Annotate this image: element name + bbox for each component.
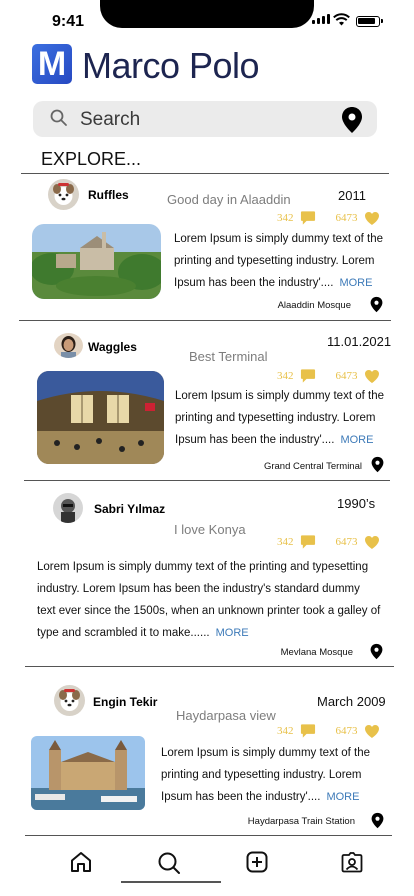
status-bar: 9:41 xyxy=(0,0,414,40)
post-stats: 342 6473 xyxy=(277,723,380,739)
avatar[interactable] xyxy=(53,493,83,523)
comment-count: 342 xyxy=(277,370,294,382)
more-link[interactable]: MORE xyxy=(326,791,359,803)
post-date: March 2009 xyxy=(317,694,386,709)
post-username[interactable]: Waggles xyxy=(88,340,137,354)
search-bar[interactable]: Search xyxy=(33,101,377,137)
comment-icon[interactable] xyxy=(300,368,316,384)
add-icon[interactable] xyxy=(246,851,268,873)
post-date: 2011 xyxy=(338,188,366,203)
divider xyxy=(25,835,392,836)
location-pin-icon[interactable] xyxy=(341,106,363,134)
wifi-icon xyxy=(333,13,350,26)
divider xyxy=(25,666,394,667)
location-pin-icon[interactable] xyxy=(371,456,384,473)
post-text-line: text ever since the 1500s, when an unkno… xyxy=(37,605,381,617)
post-stats: 342 6473 xyxy=(277,534,380,550)
post-text-line: industry. Lorem Ipsum has been the indus… xyxy=(37,583,360,595)
post-text: Lorem Ipsum is simply dummy text of the … xyxy=(175,385,390,451)
avatar[interactable] xyxy=(48,179,79,210)
search-icon[interactable] xyxy=(157,851,181,875)
search-input[interactable]: Search xyxy=(80,109,140,131)
post-photo[interactable] xyxy=(32,224,161,299)
post-text-line: printing and typesetting industry. Lorem xyxy=(174,255,375,267)
location-pin-icon[interactable] xyxy=(371,812,384,829)
post-text-line: Lorem Ipsum is simply dummy text of the xyxy=(175,390,384,402)
comment-icon[interactable] xyxy=(300,210,316,226)
post-text-line: Lorem Ipsum is simply dummy text of the xyxy=(174,233,383,245)
app-title: Marco Polo xyxy=(82,45,260,86)
like-count: 6473 xyxy=(335,212,358,224)
post-location[interactable]: Grand Central Terminal xyxy=(264,461,362,472)
post-text: Lorem Ipsum is simply dummy text of the … xyxy=(161,742,386,808)
post-text-line: Lorem Ipsum is simply dummy text of the … xyxy=(37,561,369,573)
status-time: 9:41 xyxy=(52,13,85,30)
like-count: 6473 xyxy=(335,725,358,737)
post-text-line: type and scrambled it to make...... xyxy=(37,627,210,639)
home-icon[interactable] xyxy=(69,850,93,874)
divider xyxy=(24,480,390,481)
post-text-line: Ipsum has been the industry'.... xyxy=(174,277,334,289)
post-username[interactable]: Sabri Yılmaz xyxy=(94,502,165,516)
profile-icon[interactable] xyxy=(341,851,363,873)
post-date: 1990’s xyxy=(337,496,376,511)
post-stats: 342 6473 xyxy=(277,368,380,384)
post-caption: Good day in Alaaddin xyxy=(167,192,291,207)
avatar[interactable] xyxy=(54,685,85,716)
location-pin-icon[interactable] xyxy=(370,296,383,313)
post-caption: Haydarpasa view xyxy=(176,708,276,723)
post-photo[interactable] xyxy=(37,371,164,464)
section-title: EXPLORE... xyxy=(41,149,142,169)
heart-icon[interactable] xyxy=(364,211,380,226)
post-stats: 342 6473 xyxy=(277,210,380,226)
search-icon xyxy=(50,109,67,126)
heart-icon[interactable] xyxy=(364,724,380,739)
divider xyxy=(21,173,389,174)
comment-icon[interactable] xyxy=(300,534,316,550)
post-text-line: printing and typesetting industry. Lorem xyxy=(161,769,362,781)
like-count: 6473 xyxy=(335,536,358,548)
divider xyxy=(19,320,391,321)
post-caption: I love Konya xyxy=(174,522,246,537)
app-logo: M xyxy=(32,44,72,84)
post-photo[interactable] xyxy=(31,736,145,810)
tab-bar xyxy=(0,846,414,896)
post-username[interactable]: Ruffles xyxy=(88,188,129,202)
more-link[interactable]: MORE xyxy=(216,627,249,639)
comment-count: 342 xyxy=(277,725,294,737)
more-link[interactable]: MORE xyxy=(340,434,373,446)
location-pin-icon[interactable] xyxy=(370,643,383,660)
avatar[interactable] xyxy=(54,333,83,358)
post-text-line: printing and typesetting industry. Lorem xyxy=(175,412,376,424)
cellular-signal-icon xyxy=(312,14,330,24)
more-link[interactable]: MORE xyxy=(339,277,372,289)
heart-icon[interactable] xyxy=(364,369,380,384)
post-username[interactable]: Engin Tekir xyxy=(93,695,157,709)
battery-icon xyxy=(356,16,383,27)
post-location[interactable]: Haydarpasa Train Station xyxy=(248,816,355,827)
post-location[interactable]: Alaaddin Mosque xyxy=(278,300,351,311)
comment-count: 342 xyxy=(277,212,294,224)
device-notch xyxy=(100,0,314,28)
heart-icon[interactable] xyxy=(364,535,380,550)
comment-icon[interactable] xyxy=(300,723,316,739)
post-text: Lorem Ipsum is simply dummy text of the … xyxy=(174,228,389,294)
comment-count: 342 xyxy=(277,536,294,548)
post-date: 11.01.2021 xyxy=(327,334,392,349)
post-text-line: Lorem Ipsum is simply dummy text of the xyxy=(161,747,370,759)
post-text: Lorem Ipsum is simply dummy text of the … xyxy=(37,556,389,644)
post-location[interactable]: Mevlana Mosque xyxy=(281,647,353,658)
active-tab-indicator xyxy=(121,881,221,883)
post-text-line: Ipsum has been the industry'.... xyxy=(161,791,321,803)
post-text-line: Ipsum has been the industry'.... xyxy=(175,434,335,446)
post-caption: Best Terminal xyxy=(189,349,268,364)
like-count: 6473 xyxy=(335,370,358,382)
